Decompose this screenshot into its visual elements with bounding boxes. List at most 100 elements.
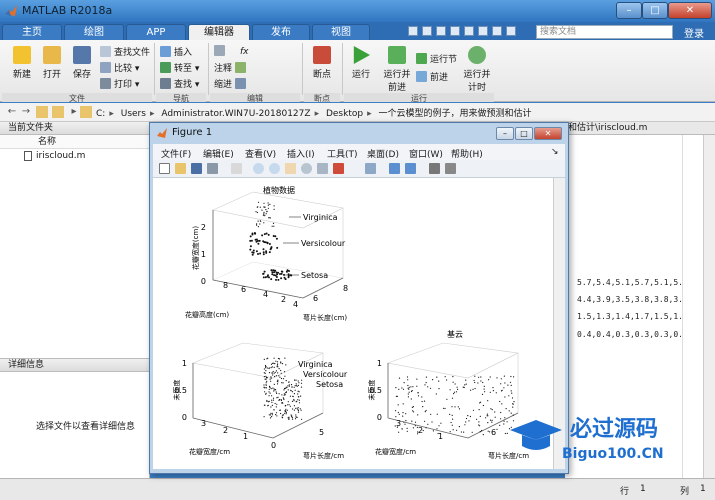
scatter-point	[257, 220, 259, 222]
dropdown-icon[interactable]: ▸	[68, 106, 80, 118]
minimize-button[interactable]: –	[616, 2, 642, 19]
scatter-point	[465, 379, 467, 381]
fx-button[interactable]: fx	[214, 45, 249, 57]
qat-help-icon[interactable]	[506, 26, 516, 36]
link-plot-icon[interactable]	[365, 163, 376, 174]
find-files-button[interactable]: 查找文件	[100, 45, 150, 58]
advance-button[interactable]: 前进	[416, 70, 448, 83]
scatter-point	[408, 388, 410, 390]
code-line[interactable]: 4.4,3.9,3.5,3.8,3.8,3.	[577, 295, 683, 304]
menu-dock-icon[interactable]: ↘	[551, 147, 559, 157]
pointer-icon[interactable]	[231, 163, 242, 174]
maximize-button[interactable]: □	[642, 2, 668, 19]
scatter-point	[275, 412, 278, 414]
menu-insert[interactable]: 插入(I)	[287, 147, 315, 160]
find-button[interactable]: 查找 ▾	[160, 77, 199, 90]
qat-cut-icon[interactable]	[422, 26, 432, 36]
code-line[interactable]: 5.7,5.4,5.1,5.7,5.1,5.	[577, 278, 683, 287]
new-figure-icon[interactable]	[159, 163, 170, 174]
goto-button[interactable]: 转至 ▾	[160, 61, 199, 74]
tab-plots[interactable]: 绘图	[64, 24, 124, 40]
zoom-in-icon[interactable]	[253, 163, 264, 174]
code-line[interactable]: 1.5,1.3,1.4,1.7,1.5,1.	[577, 312, 683, 321]
run-section-button[interactable]: 运行节	[416, 52, 457, 65]
breadcrumb-item[interactable]: Users	[121, 109, 146, 119]
close-button[interactable]: ✕	[668, 2, 712, 19]
breadcrumb-item[interactable]: Desktop	[326, 109, 363, 119]
comment-button[interactable]: 注释	[214, 61, 249, 74]
editor-tab[interactable]: 和估计\iriscloud.m	[565, 122, 715, 135]
breakpoints-button[interactable]: 断点	[306, 46, 338, 80]
menu-help[interactable]: 帮助(H)	[451, 147, 483, 160]
scatter-point	[265, 367, 267, 369]
breadcrumb-item[interactable]: C:	[96, 109, 105, 119]
up-folder-icon[interactable]	[36, 106, 48, 118]
qat-copy-icon[interactable]	[436, 26, 446, 36]
run-time-button[interactable]: 运行并计时	[462, 46, 492, 93]
qat-undo-icon[interactable]	[464, 26, 474, 36]
zoom-out-icon[interactable]	[269, 163, 280, 174]
status-bar: 行 1 列 1	[0, 478, 715, 500]
figure-maximize-button[interactable]: □	[515, 127, 533, 140]
save-icon[interactable]	[191, 163, 202, 174]
legend-icon[interactable]	[405, 163, 416, 174]
code-line[interactable]: 0.4,0.4,0.3,0.3,0.3,0.	[577, 330, 683, 339]
qat-paste-icon[interactable]	[450, 26, 460, 36]
plot-1-ytick: 4	[263, 290, 268, 299]
compare-button[interactable]: 比较 ▾	[100, 61, 139, 74]
tab-apps[interactable]: APP	[126, 24, 186, 40]
qat-redo-icon[interactable]	[478, 26, 488, 36]
figure-close-button[interactable]: ✕	[534, 127, 562, 140]
tab-editor[interactable]: 编辑器	[188, 24, 250, 40]
file-item[interactable]: iriscloud.m	[0, 149, 149, 163]
scatter-point	[270, 269, 273, 272]
menu-view[interactable]: 查看(V)	[245, 147, 276, 160]
menu-file[interactable]: 文件(F)	[161, 147, 191, 160]
window-title: MATLAB R2018a	[22, 4, 113, 17]
back-arrow-icon[interactable]: ←	[6, 106, 18, 118]
colorbar-icon[interactable]	[389, 163, 400, 174]
scatter-point	[263, 358, 265, 360]
scatter-point	[270, 388, 272, 390]
open-button[interactable]: 打开	[38, 46, 66, 80]
new-button[interactable]: 新建	[8, 46, 36, 80]
breadcrumb-item[interactable]: Administrator.WIN7U-20180127Z	[161, 109, 310, 119]
run-advance-button[interactable]: 运行并前进	[380, 46, 414, 93]
rotate-icon[interactable]	[301, 163, 312, 174]
tab-view[interactable]: 视图	[312, 24, 370, 40]
show-tools-icon[interactable]	[445, 163, 456, 174]
tab-publish[interactable]: 发布	[252, 24, 310, 40]
open-icon[interactable]	[175, 163, 186, 174]
qat-save-icon[interactable]	[408, 26, 418, 36]
indent-button[interactable]: 缩进	[214, 77, 249, 90]
print-icon[interactable]	[207, 163, 218, 174]
run-button[interactable]: 运行	[346, 46, 376, 80]
scatter-point	[449, 413, 451, 415]
forward-arrow-icon[interactable]: →	[20, 106, 32, 118]
data-cursor-icon[interactable]	[317, 163, 328, 174]
menu-desktop[interactable]: 桌面(D)	[367, 147, 399, 160]
brush-icon[interactable]	[333, 163, 344, 174]
insert-button[interactable]: 插入	[160, 45, 192, 58]
scatter-point	[406, 376, 409, 378]
save-button[interactable]: 保存	[68, 46, 96, 80]
menu-window[interactable]: 窗口(W)	[409, 147, 443, 160]
scatter-point	[290, 389, 292, 391]
row-value: 1	[640, 484, 646, 494]
qat-switch-icon[interactable]	[492, 26, 502, 36]
tab-home[interactable]: 主页	[2, 24, 62, 40]
scatter-point	[276, 397, 278, 399]
scatter-point	[436, 413, 438, 415]
figure-minimize-button[interactable]: –	[496, 127, 514, 140]
pan-icon[interactable]	[285, 163, 296, 174]
breadcrumb-item[interactable]: 一个云模型的例子，用来做预测和估计	[379, 106, 532, 119]
menu-edit[interactable]: 编辑(E)	[203, 147, 234, 160]
browse-folder-icon[interactable]	[52, 106, 64, 118]
print-button[interactable]: 打印 ▾	[100, 77, 139, 90]
column-header-name[interactable]: 名称	[0, 135, 149, 149]
hide-tools-icon[interactable]	[429, 163, 440, 174]
scatter-point	[405, 420, 407, 422]
login-link[interactable]: 登录	[684, 25, 704, 40]
menu-tools[interactable]: 工具(T)	[327, 147, 358, 160]
search-input[interactable]: 搜索文档	[536, 25, 673, 39]
